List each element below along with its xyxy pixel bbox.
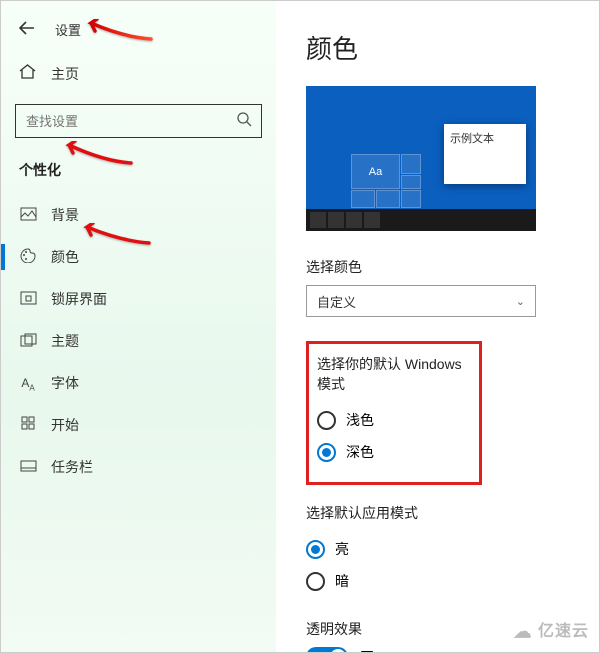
nav-home-label: 主页 xyxy=(51,64,79,84)
nav-home[interactable]: 主页 xyxy=(1,54,276,94)
themes-icon xyxy=(19,333,37,350)
nav-item-label: 字体 xyxy=(51,373,79,393)
search-wrap xyxy=(15,104,262,138)
nav-taskbar[interactable]: 任务栏 xyxy=(1,446,276,488)
radio-windows-dark[interactable]: 深色 xyxy=(317,436,471,468)
radio-windows-light[interactable]: 浅色 xyxy=(317,404,471,436)
app-title: 设置 xyxy=(55,20,81,39)
radio-app-dark[interactable]: 暗 xyxy=(306,565,579,597)
app-mode-group: 选择默认应用模式 亮 暗 xyxy=(306,503,579,597)
app-mode-label: 选择默认应用模式 xyxy=(306,503,579,523)
transparency-toggle[interactable] xyxy=(306,647,348,652)
cloud-icon: ☁ xyxy=(514,621,533,641)
radio-label: 亮 xyxy=(335,539,349,559)
color-select[interactable]: 自定义 ⌄ xyxy=(306,285,536,317)
search-icon xyxy=(237,112,252,131)
nav-item-label: 锁屏界面 xyxy=(51,289,107,309)
nav-background[interactable]: 背景 xyxy=(1,194,276,236)
watermark-text: 亿速云 xyxy=(538,623,589,640)
taskbar-icon xyxy=(19,459,37,475)
section-title: 个性化 xyxy=(1,156,276,194)
chevron-down-icon: ⌄ xyxy=(516,295,525,308)
search-input[interactable] xyxy=(15,104,262,138)
radio-icon xyxy=(317,443,336,462)
picture-icon xyxy=(19,207,37,224)
preview-window: 示例文本 xyxy=(444,124,526,184)
radio-icon xyxy=(317,411,336,430)
radio-icon xyxy=(306,540,325,559)
transparency-value: 开 xyxy=(360,647,374,652)
nav-colors[interactable]: 颜色 xyxy=(1,236,276,278)
lockscreen-icon xyxy=(19,291,37,308)
nav-start[interactable]: 开始 xyxy=(1,404,276,446)
page-title: 颜色 xyxy=(306,29,579,66)
color-picker-label: 选择颜色 xyxy=(306,257,579,277)
preview-taskbar xyxy=(306,209,536,231)
sidebar: 设置 主页 个性化 背景 颜色 锁屏界面 主题 AA 字体 开始 任务 xyxy=(1,1,276,652)
nav-fonts[interactable]: AA 字体 xyxy=(1,362,276,404)
preview-tiles: Aa xyxy=(351,154,421,209)
radio-icon xyxy=(306,572,325,591)
color-preview: Aa 示例文本 xyxy=(306,86,536,231)
nav-item-label: 开始 xyxy=(51,415,79,435)
preview-tile-big: Aa xyxy=(351,154,400,189)
start-icon xyxy=(19,416,37,434)
fonts-icon: AA xyxy=(19,374,37,392)
radio-label: 浅色 xyxy=(346,410,374,430)
back-button[interactable] xyxy=(19,19,35,40)
radio-label: 暗 xyxy=(335,571,349,591)
windows-mode-group: 选择你的默认 Windows 模式 浅色 深色 xyxy=(306,341,482,485)
nav-item-label: 颜色 xyxy=(51,247,79,267)
nav-item-label: 任务栏 xyxy=(51,457,93,477)
radio-app-light[interactable]: 亮 xyxy=(306,533,579,565)
palette-icon xyxy=(19,248,37,266)
nav-item-label: 背景 xyxy=(51,205,79,225)
nav-item-label: 主题 xyxy=(51,331,79,351)
main-panel: 颜色 Aa 示例文本 选择颜色 自定义 ⌄ 选择你的默认 Windows 模式 … xyxy=(276,1,599,652)
nav-lockscreen[interactable]: 锁屏界面 xyxy=(1,278,276,320)
color-select-value: 自定义 xyxy=(317,292,356,311)
nav-themes[interactable]: 主题 xyxy=(1,320,276,362)
watermark: ☁ 亿速云 xyxy=(514,617,589,642)
windows-mode-label: 选择你的默认 Windows 模式 xyxy=(317,354,471,394)
home-icon xyxy=(19,64,37,84)
radio-label: 深色 xyxy=(346,442,374,462)
